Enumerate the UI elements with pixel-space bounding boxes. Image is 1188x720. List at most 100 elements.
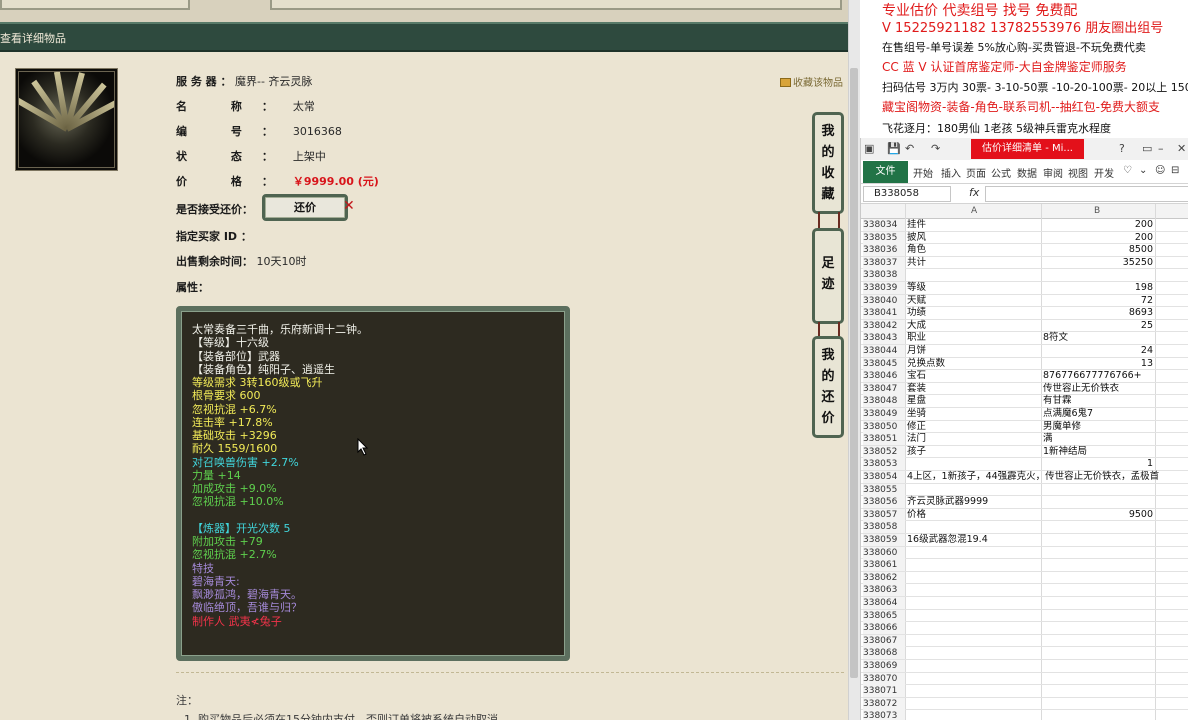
table-row[interactable]: 338062 <box>861 571 1188 585</box>
table-row[interactable]: 338037 共计 35250 <box>861 256 1188 270</box>
row-number[interactable]: 338058 <box>863 521 905 534</box>
row-number[interactable]: 338059 <box>863 534 905 546</box>
ribbon-tab-review[interactable]: 审阅 <box>1043 165 1063 180</box>
row-number[interactable]: 338052 <box>863 445 905 458</box>
cell-b[interactable]: 点满魔6鬼7 <box>1043 408 1093 420</box>
row-number[interactable]: 338037 <box>863 256 905 269</box>
row-number[interactable]: 338063 <box>863 584 905 597</box>
row-number[interactable]: 338045 <box>863 357 905 370</box>
cell-a[interactable]: 职业 <box>907 332 926 344</box>
cell-a[interactable]: 角色 <box>907 244 926 256</box>
heart-icon[interactable]: ♡ <box>1123 165 1132 176</box>
spreadsheet-grid[interactable]: 338034 挂件 200 338035 披风 200 338036 角色 8500 338037… <box>861 219 1188 720</box>
cell-b[interactable]: 13 <box>1043 358 1153 370</box>
minimize-icon[interactable]: – <box>1158 142 1164 155</box>
row-number[interactable]: 338051 <box>863 433 905 446</box>
table-row[interactable]: 338067 <box>861 634 1188 648</box>
table-row[interactable]: 338061 <box>861 559 1188 572</box>
row-number[interactable]: 338040 <box>863 294 905 307</box>
table-row[interactable]: 338068 <box>861 647 1188 660</box>
my-favorites-button[interactable]: 我的收藏 <box>812 112 844 214</box>
row-number[interactable]: 338054 <box>863 471 905 483</box>
column-header-a[interactable]: A <box>971 206 977 216</box>
table-row[interactable]: 338057 价格 9500 <box>861 508 1188 522</box>
ribbon-tab-insert[interactable]: 插入 <box>941 165 961 180</box>
cell-b[interactable]: 9500 <box>1043 509 1153 521</box>
my-counter-offers-button[interactable]: 我的还价 <box>812 336 844 438</box>
ribbon-tab-view[interactable]: 视图 <box>1068 165 1088 180</box>
table-row[interactable]: 338054 4上区，1新孩子，44强霹克火，传世容止无价铁衣，孟极首 <box>861 471 1188 484</box>
close-icon[interactable]: ✕ <box>1177 142 1186 155</box>
cell-a[interactable]: 天赋 <box>907 295 926 307</box>
row-number[interactable]: 338072 <box>863 697 905 710</box>
row-number[interactable]: 338047 <box>863 382 905 395</box>
cell-a[interactable]: 月饼 <box>907 345 926 357</box>
cell-a[interactable]: 共计 <box>907 257 926 269</box>
cell-a[interactable]: 16级武器忽混19.4 <box>907 534 988 546</box>
redo-icon[interactable]: ↷ <box>931 142 940 155</box>
table-row[interactable]: 338047 套装 传世容止无价铁衣 <box>861 382 1188 396</box>
fx-icon[interactable]: fx <box>969 186 979 199</box>
table-row[interactable]: 338073 <box>861 710 1188 720</box>
footprint-button[interactable]: 足迹 <box>812 228 844 324</box>
table-row[interactable]: 338049 坐骑 点满魔6鬼7 <box>861 408 1188 421</box>
row-number[interactable]: 338035 <box>863 231 905 244</box>
row-number[interactable]: 338064 <box>863 597 905 609</box>
cell-b[interactable]: 男魔单修 <box>1043 421 1081 433</box>
cell-b[interactable]: 1新神结局 <box>1043 446 1087 458</box>
table-row[interactable]: 338056 齐云灵脉武器9999 <box>861 496 1188 509</box>
row-number[interactable]: 338039 <box>863 282 905 294</box>
undo-icon[interactable]: ↶ <box>905 142 914 155</box>
cell-b[interactable]: 满 <box>1043 433 1053 445</box>
scrollbar-thumb[interactable] <box>850 68 858 678</box>
table-row[interactable]: 338048 星盘 有甘霖 <box>861 395 1188 408</box>
row-number[interactable]: 338067 <box>863 634 905 647</box>
cell-b[interactable]: 1 <box>1043 458 1153 470</box>
cell-a[interactable]: 坐骑 <box>907 408 926 420</box>
row-number[interactable]: 338069 <box>863 660 905 672</box>
table-row[interactable]: 338052 孩子 1新神结局 <box>861 445 1188 459</box>
ribbon-tab-data[interactable]: 数据 <box>1017 165 1037 180</box>
table-row[interactable]: 338046 宝石 876776677776766+ <box>861 370 1188 383</box>
cell-a[interactable]: 功绩 <box>907 307 926 319</box>
table-row[interactable]: 338038 <box>861 269 1188 282</box>
cell-b[interactable]: 有甘霖 <box>1043 395 1072 407</box>
ribbon-tab-formula[interactable]: 公式 <box>991 165 1011 180</box>
table-row[interactable]: 338050 修正 男魔单修 <box>861 420 1188 434</box>
cell-a[interactable]: 兑换点数 <box>907 358 945 370</box>
table-row[interactable]: 338035 披风 200 <box>861 231 1188 245</box>
row-number[interactable]: 338053 <box>863 458 905 471</box>
row-number[interactable]: 338046 <box>863 370 905 383</box>
ribbon-tab-layout[interactable]: 页面 <box>966 165 986 180</box>
row-number[interactable]: 338066 <box>863 622 905 635</box>
cell-b[interactable]: 8500 <box>1043 244 1153 256</box>
table-row[interactable]: 338060 <box>861 546 1188 560</box>
chevron-down-icon[interactable]: ⌄ <box>1139 165 1147 176</box>
cell-a[interactable]: 宝石 <box>907 370 926 382</box>
row-number[interactable]: 338042 <box>863 319 905 332</box>
cell-b[interactable]: 876776677776766+ <box>1043 370 1142 382</box>
row-number[interactable]: 338056 <box>863 496 905 509</box>
table-row[interactable]: 338059 16级武器忽混19.4 <box>861 534 1188 547</box>
row-number[interactable]: 338068 <box>863 647 905 660</box>
cell-a[interactable]: 等级 <box>907 282 926 294</box>
ribbon-tab-home[interactable]: 开始 <box>913 165 933 180</box>
row-number[interactable]: 338060 <box>863 546 905 559</box>
cell-b[interactable]: 8符文 <box>1043 332 1068 344</box>
cell-a[interactable]: 价格 <box>907 509 926 521</box>
table-row[interactable]: 338072 <box>861 697 1188 711</box>
row-number[interactable]: 338050 <box>863 420 905 433</box>
cell-a[interactable]: 披风 <box>907 232 926 244</box>
ribbon-pin-icon[interactable]: ⊟ <box>1171 165 1179 176</box>
table-row[interactable]: 338069 <box>861 660 1188 673</box>
row-number[interactable]: 338065 <box>863 609 905 622</box>
table-row[interactable]: 338053 1 <box>861 458 1188 471</box>
table-row[interactable]: 338063 <box>861 584 1188 597</box>
table-row[interactable]: 338043 职业 8符文 <box>861 332 1188 345</box>
cell-a[interactable]: 套装 <box>907 383 926 395</box>
cell-b[interactable]: 72 <box>1043 295 1153 307</box>
cell-a[interactable]: 挂件 <box>907 219 926 231</box>
cell-b[interactable]: 200 <box>1043 232 1153 244</box>
table-row[interactable]: 338066 <box>861 622 1188 635</box>
cell-b[interactable]: 24 <box>1043 345 1153 357</box>
